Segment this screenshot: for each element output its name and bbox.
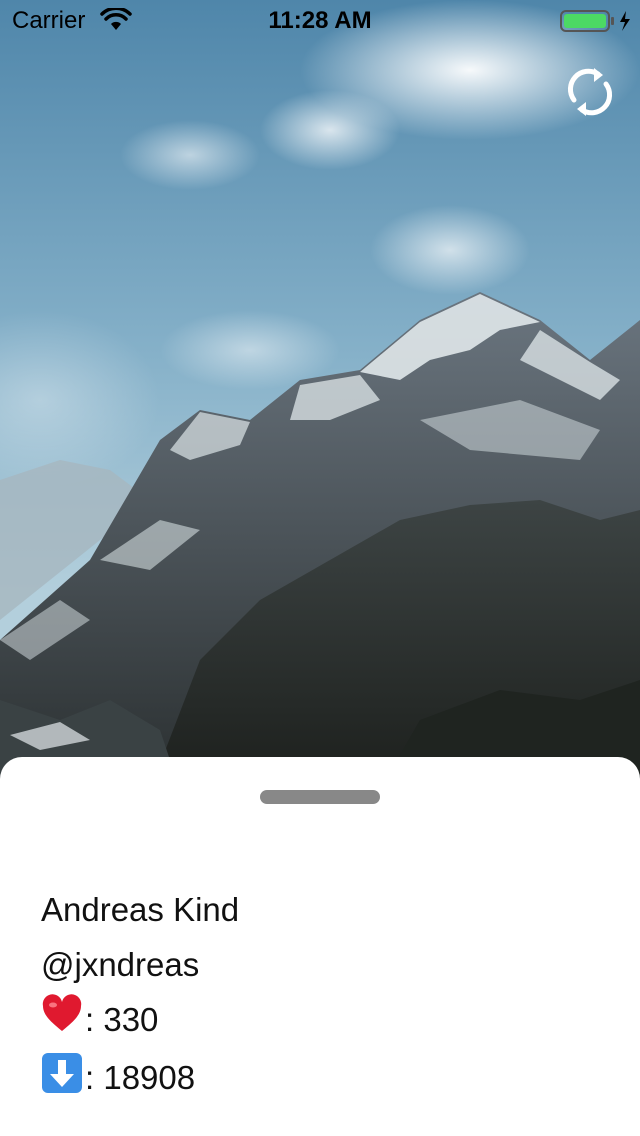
author-username: @jxndreas [41, 946, 200, 983]
refresh-icon [568, 68, 612, 116]
info-sheet: Andreas Kind @jxndreas : 330 : 18908 [0, 757, 640, 1136]
likes-count: : 330 [85, 1001, 159, 1038]
refresh-button[interactable] [560, 62, 620, 122]
mountain-photo [0, 0, 640, 790]
down-arrow-icon [41, 1052, 83, 1109]
downloads-row: : 18908 [41, 1050, 239, 1108]
author-name: Andreas Kind [41, 891, 240, 928]
likes-row: : 330 [41, 992, 239, 1050]
drag-handle[interactable] [260, 790, 380, 804]
clock: 11:28 AM [268, 7, 372, 34]
battery-icon [560, 9, 634, 40]
profile-info: Andreas Kind @jxndreas : 330 : 18908 [41, 882, 239, 1109]
downloads-count: : 18908 [85, 1059, 196, 1097]
heart-icon [41, 994, 83, 1050]
status-bar: Carrier 11:28 AM [0, 0, 640, 40]
